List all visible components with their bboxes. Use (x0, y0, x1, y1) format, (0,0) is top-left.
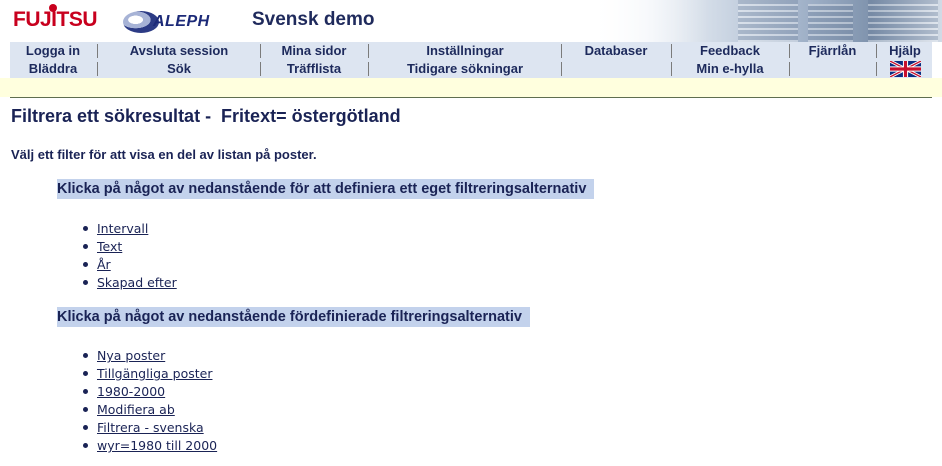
bullet-icon (83, 244, 88, 249)
bullet-icon (83, 425, 88, 430)
predefined-filter-heading: Klicka på något av nedanstående fördefin… (57, 307, 530, 327)
list-item: Intervall (80, 219, 177, 237)
nav-min-e-hylla[interactable]: Min e-hylla (672, 60, 788, 78)
building-header-image (588, 0, 942, 42)
filter-link-ar[interactable]: År (97, 257, 111, 272)
filter-link-filtrera-svenska[interactable]: Filtrera - svenska (97, 420, 204, 435)
list-item: Tillgängliga poster (80, 364, 217, 382)
site-title: Svensk demo (252, 9, 375, 30)
nav-installningar[interactable]: Inställningar (369, 42, 561, 60)
list-item: Nya poster (80, 346, 217, 364)
nav-fjarrlan[interactable]: Fjärrlån (790, 42, 875, 60)
nav-tidigare-sokningar[interactable]: Tidigare sökningar (369, 60, 561, 78)
list-item: wyr=1980 till 2000 (80, 436, 217, 454)
bullet-icon (83, 389, 88, 394)
main-navigation: Logga in Avsluta session Mina sidor Inst… (10, 42, 932, 78)
filter-link-modifiera-ab[interactable]: Modifiera ab (97, 402, 175, 417)
nav-logga-in[interactable]: Logga in (10, 42, 96, 60)
nav-mina-sidor[interactable]: Mina sidor (261, 42, 367, 60)
filter-link-wyr-1980-2000[interactable]: wyr=1980 till 2000 (97, 438, 217, 453)
nav-feedback[interactable]: Feedback (672, 42, 788, 60)
list-item: Modifiera ab (80, 400, 217, 418)
filter-link-intervall[interactable]: Intervall (97, 221, 148, 236)
fujitsu-logo-dot (49, 4, 57, 12)
aleph-logo-text: ALEPH (153, 13, 210, 30)
nav-divider (876, 62, 877, 76)
nav-trafflista[interactable]: Träfflista (261, 60, 367, 78)
aleph-logo: ALEPH (123, 9, 213, 35)
predefined-filter-list: Nya poster Tillgängliga poster 1980-2000… (80, 346, 217, 454)
list-item: 1980-2000 (80, 382, 217, 400)
filter-link-text[interactable]: Text (97, 239, 122, 254)
nav-sok[interactable]: Sök (98, 60, 260, 78)
info-strip (0, 78, 942, 97)
list-item: År (80, 255, 177, 273)
filter-link-tillgangliga-poster[interactable]: Tillgängliga poster (97, 366, 212, 381)
bullet-icon (83, 280, 88, 285)
filter-link-skapad-efter[interactable]: Skapad efter (97, 275, 177, 290)
filter-link-nya-poster[interactable]: Nya poster (97, 348, 165, 363)
custom-filter-heading: Klicka på något av nedanstående för att … (57, 179, 595, 199)
bullet-icon (83, 407, 88, 412)
header: FUJITSU ALEPH Svensk demo (0, 0, 942, 42)
uk-flag-icon[interactable] (890, 61, 921, 77)
page-title: Filtrera ett sökresultat - Fritext= öste… (11, 106, 401, 126)
nav-empty-cell (562, 60, 670, 78)
bullet-icon (83, 443, 88, 448)
instruction-text: Välj ett filter för att visa en del av l… (11, 147, 317, 162)
custom-filter-list: Intervall Text År Skapad efter (80, 219, 177, 291)
divider-line (10, 97, 932, 98)
list-item: Skapad efter (80, 273, 177, 291)
bullet-icon (83, 262, 88, 267)
list-item: Text (80, 237, 177, 255)
nav-empty-cell (790, 60, 875, 78)
bullet-icon (83, 226, 88, 231)
fujitsu-logo: FUJITSU (13, 4, 98, 32)
bullet-icon (83, 353, 88, 358)
nav-avsluta-session[interactable]: Avsluta session (98, 42, 260, 60)
list-item: Filtrera - svenska (80, 418, 217, 436)
bullet-icon (83, 371, 88, 376)
nav-databaser[interactable]: Databaser (562, 42, 670, 60)
filter-link-1980-2000[interactable]: 1980-2000 (97, 384, 165, 399)
nav-bladdra[interactable]: Bläddra (10, 60, 96, 78)
nav-hjalp[interactable]: Hjälp (877, 42, 933, 60)
